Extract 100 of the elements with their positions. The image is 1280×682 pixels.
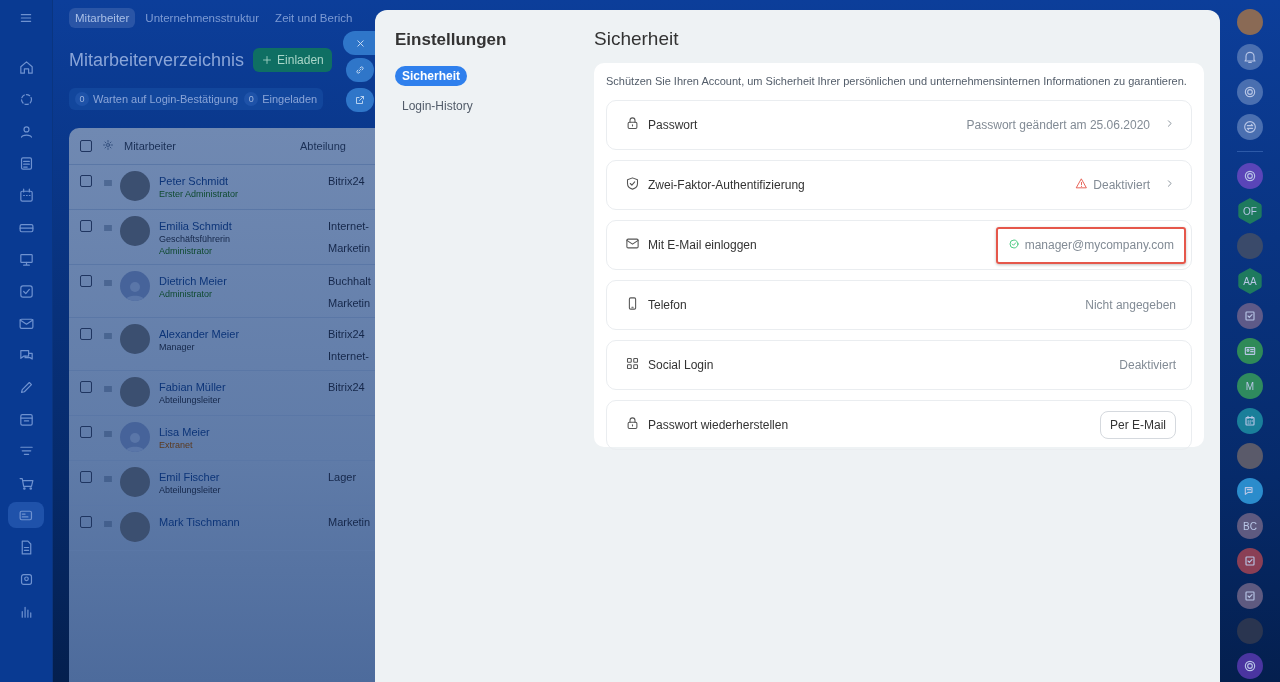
open-new-window-button[interactable] xyxy=(346,88,374,112)
email-recovery-button[interactable]: Per E-Mail xyxy=(1100,411,1176,439)
lock-icon xyxy=(625,116,640,131)
setting-label: Passwort xyxy=(648,118,699,132)
link-icon xyxy=(354,64,366,76)
department-cell: Marketin xyxy=(328,516,371,528)
initials-avatar[interactable]: M xyxy=(1237,373,1263,399)
checkbox[interactable] xyxy=(80,426,92,438)
settings-row[interactable]: Mit E-Mail einloggen manager@mycompany.com xyxy=(606,220,1192,270)
avatar-photo[interactable] xyxy=(1237,443,1263,469)
description-text: Schützen Sie Ihren Account, um Sicherheit Ihrer persönlichen und unternehmensinternen Informationen zu garantieren. xyxy=(606,75,1188,87)
count-badge: 0 xyxy=(75,92,89,106)
counter-label[interactable]: Warten auf Login-Bestätigung xyxy=(93,93,239,105)
checkbox[interactable] xyxy=(80,381,92,393)
employee-name[interactable]: Emil Fischer xyxy=(159,471,328,483)
department-cell-text: Internet- xyxy=(328,220,370,232)
department-cell: Marketin xyxy=(328,297,371,309)
nav-tab[interactable]: Zeit und Berich xyxy=(269,8,359,28)
task-icon[interactable] xyxy=(1237,303,1263,329)
checkbox[interactable] xyxy=(80,275,92,287)
settings-row[interactable]: Zwei-Faktor-Authentifizierung Deaktiviert xyxy=(606,160,1192,210)
chat-arrows-icon[interactable] xyxy=(1237,114,1263,140)
chat-icon[interactable] xyxy=(1237,478,1263,504)
check-circle-icon xyxy=(1007,237,1020,250)
settings-row[interactable]: Telefon Nicht angegeben xyxy=(606,280,1192,330)
department-cell: Bitrix24 xyxy=(328,175,365,187)
invite-button[interactable]: Einladen xyxy=(253,48,332,72)
employee-name[interactable]: Emilia Schmidt xyxy=(159,220,328,232)
contact-card-icon[interactable] xyxy=(1237,338,1263,364)
lock-icon xyxy=(625,416,640,431)
setting-label: Zwei-Faktor-Authentifizierung xyxy=(648,178,806,192)
checkbox[interactable] xyxy=(80,471,92,483)
nav-tab[interactable]: Mitarbeiter xyxy=(69,8,136,28)
employee-subtitle: Administrator xyxy=(159,246,213,256)
counter-label[interactable]: Eingeladen xyxy=(262,93,318,105)
shield-check-icon xyxy=(625,176,640,191)
employee-subtitle: Abteilungsleiter xyxy=(159,485,222,495)
department-cell: Internet- xyxy=(328,350,369,362)
spiral-icon[interactable] xyxy=(1237,79,1263,105)
column-header[interactable]: Abteilung xyxy=(300,140,346,152)
count-badge: 0 xyxy=(244,92,259,106)
settings-row[interactable]: Passwort wiederherstellen Per E-Mail xyxy=(606,400,1192,450)
department-cell-text: Bitrix24 xyxy=(328,328,366,340)
settings-row[interactable]: Social Login Deaktiviert xyxy=(606,340,1192,390)
department-cell: Buchhalt xyxy=(328,275,371,287)
employee-name[interactable]: Alexander Meier xyxy=(159,328,328,340)
employee-name[interactable]: Fabian Müller xyxy=(159,381,328,393)
employee-subtitle: Extranet xyxy=(159,440,194,450)
employee-subtitle: Erster Administrator xyxy=(159,189,240,199)
settings-menu-item[interactable]: Login-History xyxy=(395,96,480,116)
spiral-icon[interactable] xyxy=(1237,653,1263,679)
spiral-icon[interactable] xyxy=(1237,163,1263,189)
email-value: manager@mycompany.com xyxy=(1024,238,1174,252)
checkbox[interactable] xyxy=(80,516,92,528)
setting-value: Deaktiviert xyxy=(1093,178,1150,192)
department-cell: Marketin xyxy=(328,242,371,254)
employee-subtitle: Geschäftsführerin xyxy=(159,234,232,244)
nav-tab[interactable]: Unternehmensstruktur xyxy=(139,8,266,28)
avatar-photo[interactable] xyxy=(1237,9,1263,35)
department-cell: Bitrix24 xyxy=(328,381,365,393)
card-icon[interactable] xyxy=(8,502,44,528)
employee-name[interactable]: Dietrich Meier xyxy=(159,275,328,287)
checkbox[interactable] xyxy=(80,140,92,152)
panel-title: Einstellungen xyxy=(395,30,508,50)
copy-link-button[interactable] xyxy=(346,58,374,82)
employee-subtitle: Abteilungsleiter xyxy=(159,395,222,405)
employee-name[interactable]: Peter Schmidt xyxy=(159,175,328,187)
initials-avatar[interactable]: BC xyxy=(1237,513,1263,539)
settings-row[interactable]: Passwort Passwort geändert am 25.06.2020 xyxy=(606,100,1192,150)
setting-value: Deaktiviert xyxy=(1119,358,1176,372)
initials-badge[interactable]: AA xyxy=(1237,268,1263,294)
page-title: Mitarbeiterverzeichnis xyxy=(69,49,245,71)
setting-label: Passwort wiederherstellen xyxy=(648,418,790,432)
column-header[interactable]: Mitarbeiter xyxy=(120,140,300,152)
setting-label: Social Login xyxy=(648,358,715,372)
setting-value: Nicht angegeben xyxy=(1085,298,1176,312)
employee-name[interactable]: Lisa Meier xyxy=(159,426,328,438)
task-icon[interactable] xyxy=(1237,583,1263,609)
initials-badge[interactable]: OF xyxy=(1237,198,1263,224)
gear-icon xyxy=(102,139,114,151)
department-cell: Lager xyxy=(328,471,357,483)
close-button[interactable] xyxy=(343,31,377,55)
checkbox[interactable] xyxy=(80,328,92,340)
task-icon[interactable] xyxy=(1237,548,1263,574)
calendar-icon[interactable] xyxy=(1237,408,1263,434)
mail-icon xyxy=(625,236,640,251)
setting-label: Mit E-Mail einloggen xyxy=(648,238,758,252)
section-heading: Sicherheit xyxy=(594,28,680,50)
plus-icon xyxy=(261,54,274,66)
setting-label: Telefon xyxy=(648,298,688,312)
employee-subtitle: Manager xyxy=(159,342,196,352)
setting-value: Passwort geändert am 25.06.2020 xyxy=(966,118,1150,132)
employee-subtitle: Administrator xyxy=(159,289,213,299)
checkbox[interactable] xyxy=(80,175,92,187)
employee-name[interactable]: Mark Tischmann xyxy=(159,516,328,528)
settings-menu-item[interactable]: Sicherheit xyxy=(395,66,468,86)
checkbox[interactable] xyxy=(80,220,92,232)
bell-icon[interactable] xyxy=(1237,44,1263,70)
external-link-icon xyxy=(354,94,366,106)
grid-icon xyxy=(625,356,640,371)
